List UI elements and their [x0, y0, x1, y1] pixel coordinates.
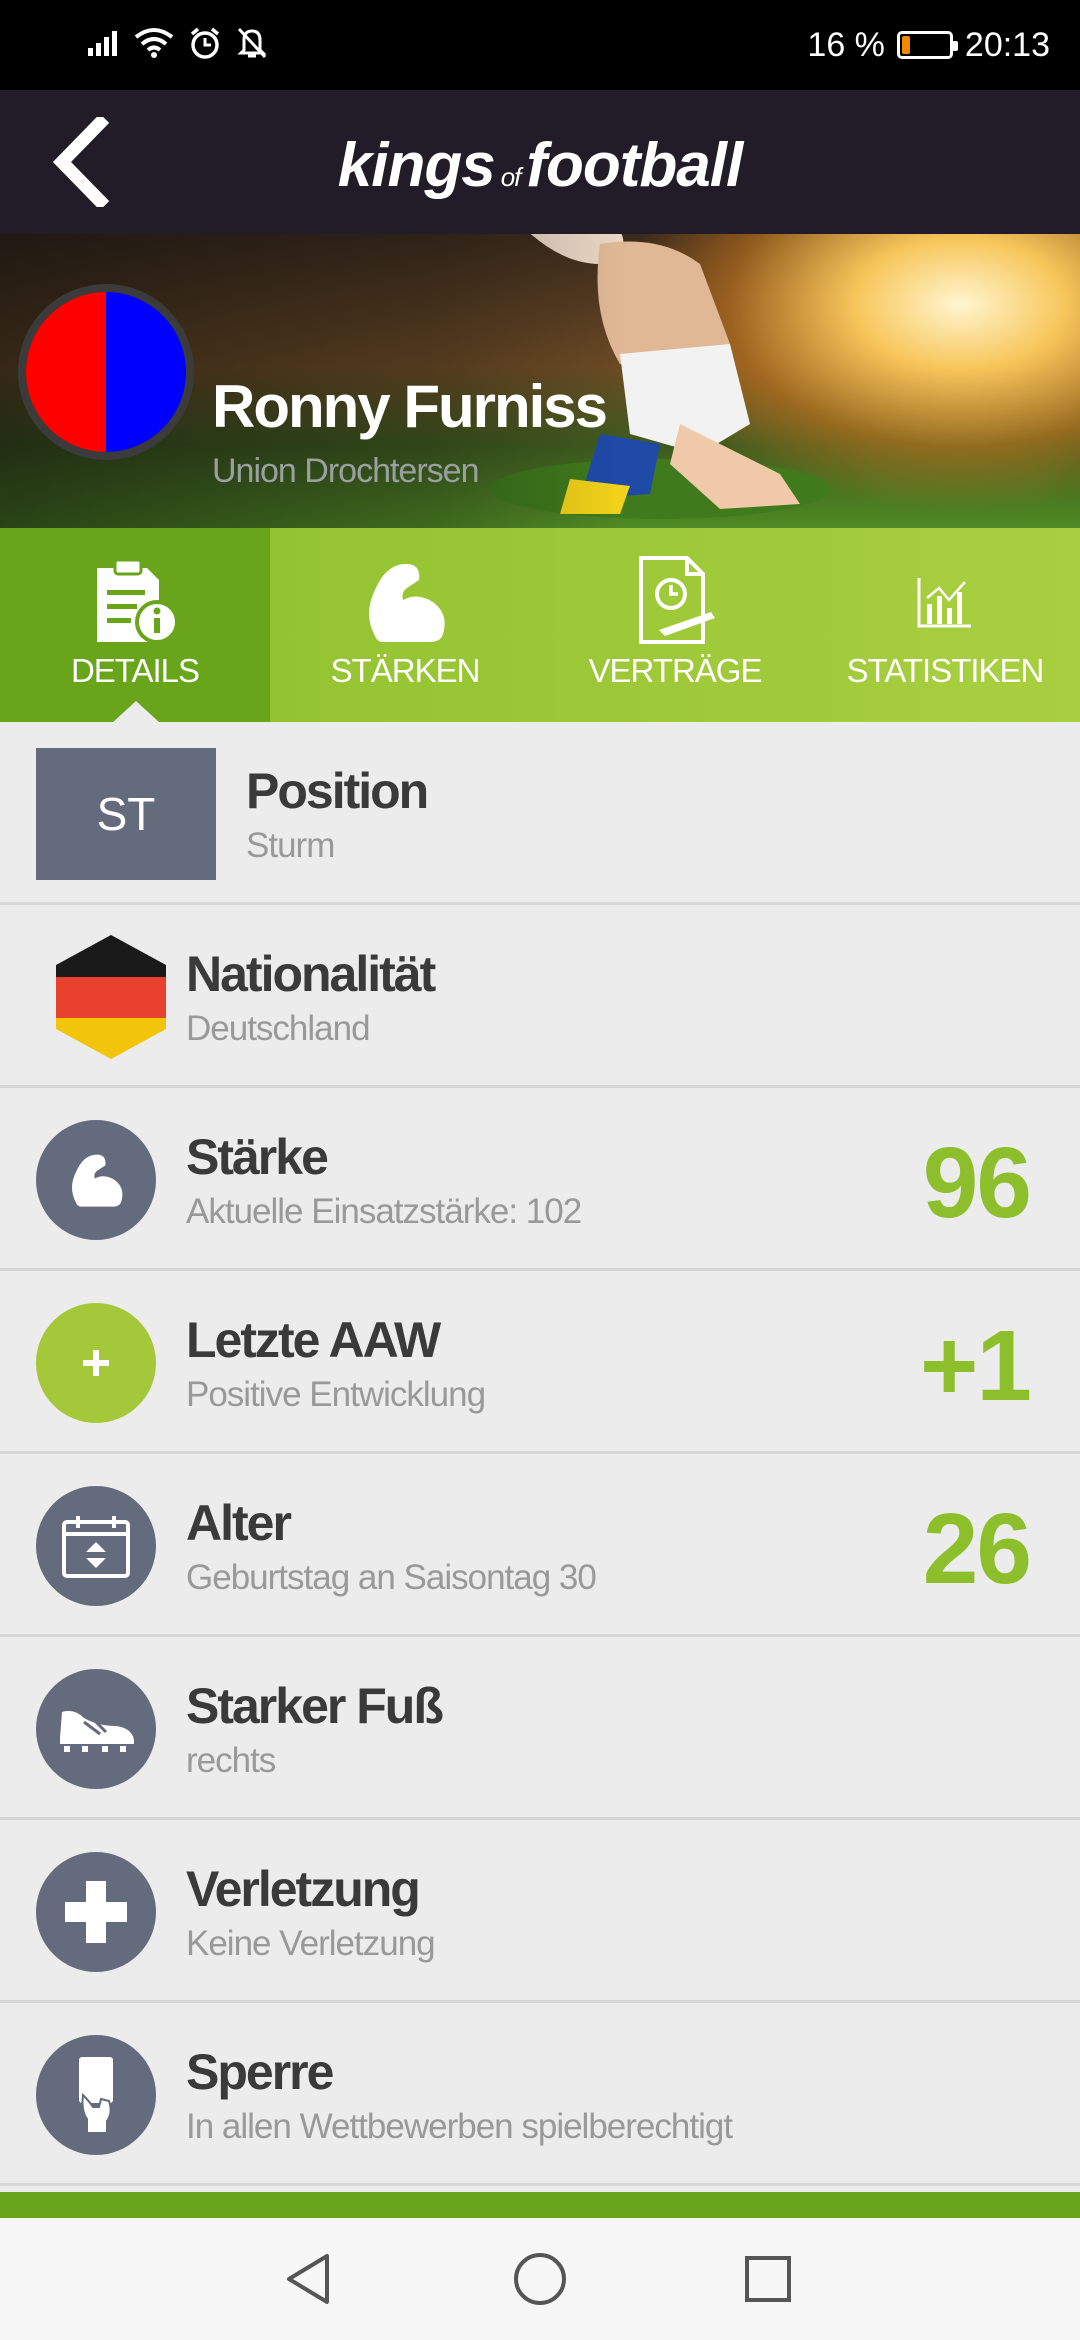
- strong-foot-icon: [36, 1669, 156, 1789]
- bottom-green-strip: [0, 2192, 1080, 2218]
- wifi-icon: [134, 27, 174, 64]
- player-details-list: ST Position Sturm Nationalität Deutschla…: [0, 722, 1080, 2186]
- recents-square-icon: [745, 2256, 791, 2302]
- signal-icon: [86, 28, 120, 63]
- germany-flag-icon: [56, 935, 166, 1059]
- player-detail-screen: 16 % 20:13 kings offootball Ronny Furnis…: [0, 0, 1080, 2340]
- app-logo: kings offootball: [337, 131, 743, 200]
- calendar-icon: [62, 1516, 130, 1578]
- app-header: kings offootball: [0, 90, 1080, 234]
- row-title: Stärke: [186, 1129, 329, 1185]
- system-navigation-bar: [0, 2218, 1080, 2340]
- row-subtitle: In allen Wettbewerben spielberechtigt: [186, 2107, 733, 2146]
- club-logo: [18, 284, 194, 460]
- row-title: Letzte AAW: [186, 1312, 441, 1368]
- player-name: Ronny Furniss: [212, 373, 608, 440]
- row-title: Starker Fuß: [186, 1678, 444, 1734]
- player-header-banner: Ronny Furniss Union Drochtersen: [0, 234, 1080, 528]
- battery-icon: [896, 31, 958, 59]
- flexed-arm-icon: [72, 1154, 123, 1207]
- clock: 20:13: [964, 25, 1050, 64]
- card-hand-icon: [79, 2057, 113, 2134]
- injury-icon: [36, 1852, 156, 1972]
- tab-vertraege[interactable]: VERTRÄGE: [540, 528, 810, 722]
- strength-value: 96: [922, 1127, 1032, 1239]
- bar-chart-icon: [917, 578, 971, 628]
- suspension-icon: [36, 2035, 156, 2155]
- row-subtitle: Keine Verletzung: [186, 1924, 436, 1963]
- back-triangle-icon: [287, 2254, 329, 2304]
- details-document-icon: [97, 558, 179, 644]
- tab-label: STÄRKEN: [330, 652, 481, 689]
- age-icon: [36, 1486, 156, 1606]
- tab-label: VERTRÄGE: [588, 652, 763, 689]
- strong-foot-row: Starker Fuß rechts: [0, 1637, 1080, 1820]
- position-row: ST Position Sturm: [0, 722, 1080, 905]
- row-subtitle: Positive Entwicklung: [186, 1375, 486, 1414]
- tab-staerken[interactable]: STÄRKEN: [270, 528, 540, 722]
- status-bar: 16 % 20:13: [0, 0, 1080, 90]
- injury-row: Verletzung Keine Verletzung: [0, 1820, 1080, 2003]
- football-boot-icon: [60, 1710, 134, 1752]
- last-aaw-row: Letzte AAW Positive Entwicklung +1: [0, 1271, 1080, 1454]
- notifications-off-icon: [236, 26, 268, 65]
- club-name[interactable]: Union Drochtersen: [212, 452, 479, 491]
- contract-icon: [639, 556, 715, 644]
- position-badge: ST: [36, 748, 216, 880]
- tab-label: STATISTIKEN: [846, 652, 1045, 689]
- alarm-icon: [188, 26, 222, 65]
- nav-recents-button[interactable]: [733, 2244, 803, 2314]
- age-value: 26: [922, 1493, 1032, 1605]
- row-title: Verletzung: [186, 1861, 421, 1917]
- row-subtitle: rechts: [186, 1741, 276, 1780]
- row-subtitle: Deutschland: [186, 1009, 371, 1048]
- strength-row: Stärke Aktuelle Einsatzstärke: 102 96: [0, 1088, 1080, 1271]
- age-row: Alter Geburtstag an Saisontag 30 26: [0, 1454, 1080, 1637]
- row-subtitle: Aktuelle Einsatzstärke: 102: [186, 1192, 582, 1231]
- row-title: Position: [246, 763, 429, 819]
- battery-percentage: 16 %: [807, 25, 885, 64]
- row-title: Alter: [186, 1495, 292, 1551]
- nav-home-button[interactable]: [505, 2244, 575, 2314]
- row-subtitle: Geburtstag an Saisontag 30: [186, 1558, 597, 1597]
- flexed-arm-icon: [369, 563, 445, 642]
- home-circle-icon: [514, 2253, 566, 2305]
- suspension-row: Sperre In allen Wettbewerben spielberech…: [0, 2003, 1080, 2186]
- tab-bar: DETAILS STÄRKEN VERTRÄGE STATISTIKEN: [0, 528, 1080, 723]
- tab-statistiken[interactable]: STATISTIKEN: [810, 528, 1080, 722]
- strength-icon: [36, 1120, 156, 1240]
- tab-label: DETAILS: [70, 652, 200, 689]
- row-subtitle: Sturm: [246, 826, 335, 865]
- row-title: Nationalität: [186, 946, 436, 1002]
- nationality-row: Nationalität Deutschland: [0, 905, 1080, 1088]
- nav-back-button[interactable]: [273, 2244, 343, 2314]
- aaw-value: +1: [919, 1310, 1032, 1422]
- medical-cross-icon: [65, 1881, 127, 1943]
- tab-details[interactable]: DETAILS: [0, 528, 270, 723]
- battery-level: [901, 36, 910, 54]
- plus-circle-icon: [36, 1303, 156, 1423]
- row-title: Sperre: [186, 2044, 334, 2100]
